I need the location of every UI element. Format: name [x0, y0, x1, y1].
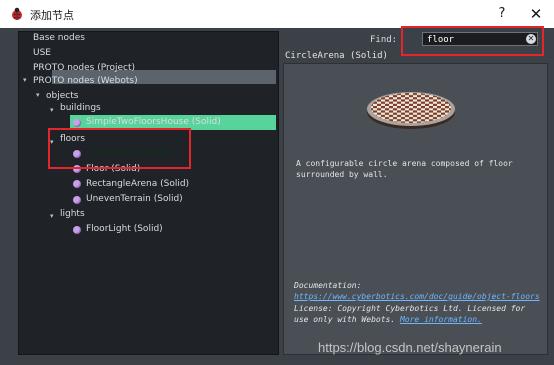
tree-item-buildings[interactable]: buildings	[60, 101, 101, 116]
documentation-label: Documentation:	[294, 281, 362, 290]
proto-node-icon	[73, 226, 81, 234]
documentation-line: Documentation: https://www.cyberbotics.c…	[294, 280, 542, 302]
documentation-link[interactable]: https://www.cyberbotics.com/doc/guide/ob…	[294, 292, 540, 301]
help-button[interactable]: ?	[492, 4, 512, 24]
find-label: Find:	[370, 35, 398, 45]
watermark: https://blog.csdn.net/shaynerain	[318, 340, 502, 355]
close-button[interactable]: ✕	[526, 4, 546, 24]
tree-item-floor-light[interactable]: FloorLight (Solid)	[86, 222, 163, 237]
add-node-dialog: 添加节点 ? ✕ Base nodes USE PROTO nodes (Pro…	[0, 0, 554, 365]
node-title: CircleArena (Solid)	[285, 51, 388, 61]
annotation-box-floors	[48, 128, 191, 169]
tree-item-use[interactable]: USE	[33, 46, 51, 61]
tree-item-uneven-terrain[interactable]: UnevenTerrain (Solid)	[86, 192, 183, 207]
tree-item-proto-webots[interactable]: PROTO nodes (Webots)	[33, 74, 138, 89]
chevron-down-icon[interactable]: ▾	[50, 212, 58, 220]
circle-arena-preview-image	[367, 92, 455, 129]
webots-ladybug-icon	[12, 7, 22, 20]
tree-item-rectangle-arena[interactable]: RectangleArena (Solid)	[86, 177, 189, 192]
license-line: License: Copyright Cyberbotics Ltd. Lice…	[294, 303, 542, 325]
annotation-box-search	[401, 26, 544, 56]
chevron-down-icon[interactable]: ▾	[50, 106, 58, 114]
chevron-down-icon[interactable]: ▾	[23, 76, 31, 84]
proto-node-icon	[73, 196, 81, 204]
chevron-down-icon[interactable]: ▾	[36, 91, 44, 99]
title-bar: 添加节点 ? ✕	[0, 0, 554, 28]
tree-item-base-nodes[interactable]: Base nodes	[33, 31, 85, 46]
proto-node-icon	[73, 119, 81, 127]
proto-node-icon	[73, 180, 81, 188]
window-title: 添加节点	[30, 9, 74, 22]
node-description: A configurable circle arena composed of …	[296, 159, 513, 179]
tree-item-lights[interactable]: lights	[60, 207, 85, 222]
license-link[interactable]: More information.	[400, 315, 482, 324]
